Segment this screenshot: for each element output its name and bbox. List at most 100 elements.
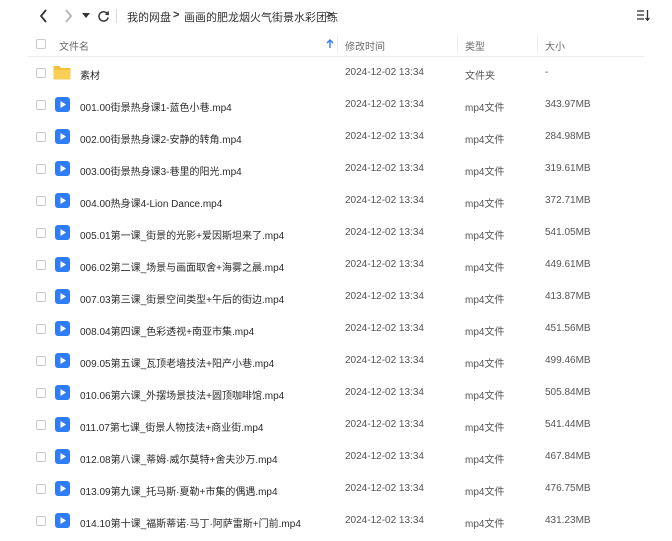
file-row[interactable]: 009.05第五课_瓦顶老墙技法+阳产小巷.mp4 2024-12-02 13:…	[28, 345, 644, 377]
folder-icon	[53, 65, 71, 85]
column-divider[interactable]	[337, 36, 338, 52]
row-checkbox[interactable]	[36, 484, 46, 494]
history-dropdown-button[interactable]	[78, 8, 94, 24]
file-name[interactable]: 002.00街景热身课2-安静的转角.mp4	[80, 131, 242, 146]
file-name[interactable]: 011.07第七课_街景人物技法+商业街.mp4	[80, 419, 263, 434]
file-modified-date: 2024-12-02 13:34	[345, 131, 424, 142]
file-row[interactable]: 013.09第九课_托马斯·夏勒+市集的偶遇.mp4 2024-12-02 13…	[28, 473, 644, 505]
sort-view-button[interactable]	[636, 8, 650, 27]
file-size: 541.44MB	[545, 419, 591, 430]
file-name[interactable]: 003.00街景热身课3-巷里的阳光.mp4	[80, 163, 242, 178]
video-file-icon	[55, 257, 70, 277]
file-name[interactable]: 010.06第六课_外摆场景技法+圆顶咖啡馆.mp4	[80, 387, 284, 402]
video-file-icon	[55, 449, 70, 469]
sort-lines-icon	[637, 10, 650, 22]
video-file-icon	[55, 97, 70, 117]
file-name[interactable]: 素材	[80, 67, 100, 82]
file-name[interactable]: 012.08第八课_蒂姆·威尔莫特+舍夫沙万.mp4	[80, 451, 278, 466]
file-size: 476.75MB	[545, 483, 591, 494]
toolbar: 我的网盘 > 画画的肥龙烟火气街景水彩团练 >	[0, 0, 672, 32]
row-checkbox[interactable]	[36, 164, 46, 174]
video-file-icon	[55, 385, 70, 405]
forward-button[interactable]	[60, 8, 76, 24]
file-type: mp4文件	[465, 487, 505, 498]
file-modified-date: 2024-12-02 13:34	[345, 355, 424, 366]
chevron-right-icon	[65, 9, 73, 23]
file-row[interactable]: 012.08第八课_蒂姆·威尔莫特+舍夫沙万.mp4 2024-12-02 13…	[28, 441, 644, 473]
file-row[interactable]: 008.04第四课_色彩透视+南亚市集.mp4 2024-12-02 13:34…	[28, 313, 644, 345]
file-type: mp4文件	[465, 135, 505, 146]
row-checkbox[interactable]	[36, 420, 46, 430]
sort-ascending-arrow-icon[interactable]	[326, 39, 334, 49]
refresh-icon	[97, 10, 109, 22]
breadcrumb-item-current[interactable]: 画画的肥龙烟火气街景水彩团练	[184, 9, 338, 25]
refresh-button[interactable]	[95, 8, 111, 24]
video-file-icon	[55, 289, 70, 309]
row-checkbox[interactable]	[36, 292, 46, 302]
row-checkbox[interactable]	[36, 132, 46, 142]
select-all-checkbox[interactable]	[36, 39, 46, 49]
file-name[interactable]: 001.00街景热身课1-蓝色小巷.mp4	[80, 99, 232, 114]
row-checkbox[interactable]	[36, 260, 46, 270]
column-header: 文件名 修改时间 类型 大小	[28, 32, 644, 57]
file-name[interactable]: 009.05第五课_瓦顶老墙技法+阳产小巷.mp4	[80, 355, 274, 370]
breadcrumb-item-root[interactable]: 我的网盘	[127, 9, 171, 25]
file-row[interactable]: 007.03第三课_街景空间类型+午后的街边.mp4 2024-12-02 13…	[28, 281, 644, 313]
file-size: 467.84MB	[545, 451, 591, 462]
file-name[interactable]: 008.04第四课_色彩透视+南亚市集.mp4	[80, 323, 254, 338]
file-name[interactable]: 013.09第九课_托马斯·夏勒+市集的偶遇.mp4	[80, 483, 278, 498]
file-modified-date: 2024-12-02 13:34	[345, 387, 424, 398]
row-checkbox[interactable]	[36, 228, 46, 238]
row-checkbox[interactable]	[36, 68, 46, 78]
row-checkbox[interactable]	[36, 196, 46, 206]
row-checkbox[interactable]	[36, 388, 46, 398]
row-checkbox[interactable]	[36, 452, 46, 462]
file-modified-date: 2024-12-02 13:34	[345, 419, 424, 430]
row-checkbox[interactable]	[36, 356, 46, 366]
file-name[interactable]: 005.01第一课_街景的光影+爱因斯坦来了.mp4	[80, 227, 284, 242]
file-row[interactable]: 005.01第一课_街景的光影+爱因斯坦来了.mp4 2024-12-02 13…	[28, 217, 644, 249]
chevron-left-icon	[39, 9, 47, 23]
column-header-name[interactable]: 文件名	[59, 38, 89, 53]
file-row[interactable]: 002.00街景热身课2-安静的转角.mp4 2024-12-02 13:34 …	[28, 121, 644, 153]
column-divider[interactable]	[457, 36, 458, 52]
column-header-modified[interactable]: 修改时间	[345, 38, 385, 53]
file-size: 499.46MB	[545, 355, 591, 366]
file-size: 372.71MB	[545, 195, 591, 206]
file-name[interactable]: 007.03第三课_街景空间类型+午后的街边.mp4	[80, 291, 284, 306]
file-row[interactable]: 003.00街景热身课3-巷里的阳光.mp4 2024-12-02 13:34 …	[28, 153, 644, 185]
file-size: 451.56MB	[545, 323, 591, 334]
file-row[interactable]: 014.10第十课_福斯蒂诺·马丁·阿萨雷斯+门前.mp4 2024-12-02…	[28, 505, 644, 537]
file-type: mp4文件	[465, 199, 505, 210]
column-header-type[interactable]: 类型	[465, 38, 485, 53]
file-name[interactable]: 014.10第十课_福斯蒂诺·马丁·阿萨雷斯+门前.mp4	[80, 515, 301, 530]
file-size: 343.97MB	[545, 99, 591, 110]
column-divider[interactable]	[537, 36, 538, 52]
file-modified-date: 2024-12-02 13:34	[345, 451, 424, 462]
file-size: 431.23MB	[545, 515, 591, 526]
file-row[interactable]: 006.02第二课_场景与画面取舍+海雾之晨.mp4 2024-12-02 13…	[28, 249, 644, 281]
file-type: mp4文件	[465, 455, 505, 466]
row-checkbox[interactable]	[36, 324, 46, 334]
file-row[interactable]: 素材 2024-12-02 13:34 文件夹 -	[28, 57, 644, 89]
file-row[interactable]: 001.00街景热身课1-蓝色小巷.mp4 2024-12-02 13:34 m…	[28, 89, 644, 121]
file-row[interactable]: 011.07第七课_街景人物技法+商业街.mp4 2024-12-02 13:3…	[28, 409, 644, 441]
file-row[interactable]: 010.06第六课_外摆场景技法+圆顶咖啡馆.mp4 2024-12-02 13…	[28, 377, 644, 409]
file-name[interactable]: 006.02第二课_场景与画面取舍+海雾之晨.mp4	[80, 259, 284, 274]
file-row[interactable]: 004.00热身课4-Lion Dance.mp4 2024-12-02 13:…	[28, 185, 644, 217]
file-name[interactable]: 004.00热身课4-Lion Dance.mp4	[80, 195, 222, 210]
row-checkbox[interactable]	[36, 516, 46, 526]
file-modified-date: 2024-12-02 13:34	[345, 259, 424, 270]
file-modified-date: 2024-12-02 13:34	[345, 291, 424, 302]
file-type: mp4文件	[465, 359, 505, 370]
video-file-icon	[55, 161, 70, 181]
row-checkbox[interactable]	[36, 100, 46, 110]
column-header-size[interactable]: 大小	[545, 38, 565, 53]
file-type: mp4文件	[465, 103, 505, 114]
file-size: 541.05MB	[545, 227, 591, 238]
file-modified-date: 2024-12-02 13:34	[345, 483, 424, 494]
file-type: mp4文件	[465, 519, 505, 530]
file-type: 文件夹	[465, 71, 495, 82]
back-button[interactable]	[36, 8, 52, 24]
file-type: mp4文件	[465, 391, 505, 402]
